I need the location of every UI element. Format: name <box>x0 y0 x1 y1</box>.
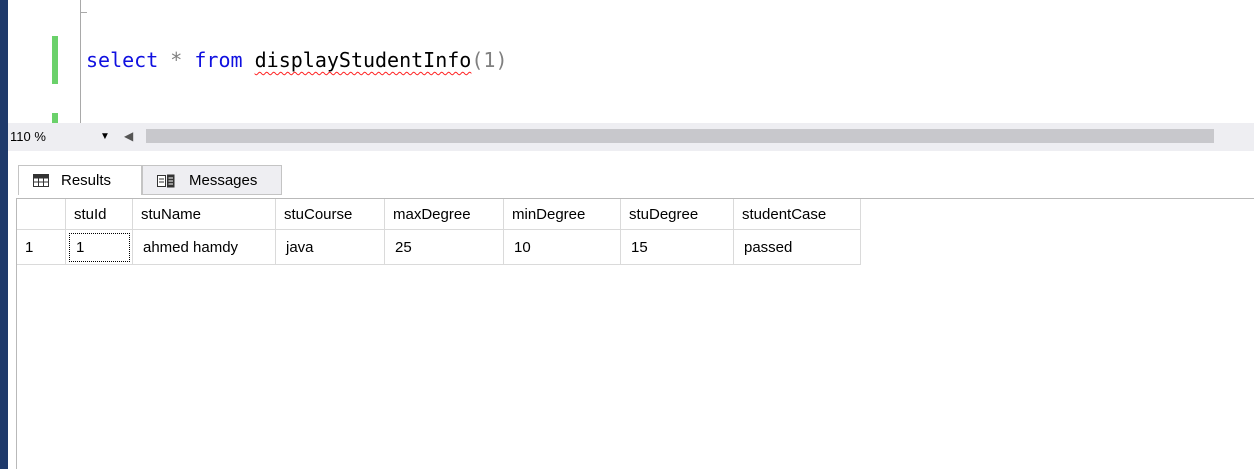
cell-studentcase[interactable]: passed <box>733 229 861 265</box>
header-row: stuId stuName stuCourse maxDegree minDeg… <box>17 199 861 230</box>
results-table: stuId stuName stuCourse maxDegree minDeg… <box>17 199 861 265</box>
cell-mindegree[interactable]: 10 <box>503 229 621 265</box>
cell-stucourse[interactable]: java <box>275 229 385 265</box>
column-header-studegree[interactable]: stuDegree <box>620 199 734 230</box>
column-header-mindegree[interactable]: minDegree <box>503 199 621 230</box>
outline-line <box>80 0 81 123</box>
grid-icon <box>33 174 49 187</box>
column-header-stuname[interactable]: stuName <box>132 199 276 230</box>
keyword-from: from <box>194 48 243 72</box>
results-grid[interactable]: stuId stuName stuCourse maxDegree minDeg… <box>16 198 1254 469</box>
cell-studegree[interactable]: 15 <box>620 229 734 265</box>
zoom-select[interactable]: 110 % ▼ <box>8 126 120 148</box>
cell-stuname[interactable]: ahmed hamdy <box>132 229 276 265</box>
horizontal-scrollbar[interactable] <box>146 129 1214 143</box>
table-row[interactable]: 1 1 ahmed hamdy java 25 10 15 passed <box>17 229 861 265</box>
cell-value: 15 <box>631 238 648 256</box>
cell-value: passed <box>744 238 793 256</box>
window-edge-strip <box>0 0 8 469</box>
cell-stuid[interactable]: 1 <box>65 229 133 265</box>
messages-icon <box>157 174 175 188</box>
outline-tick <box>80 12 87 13</box>
row-number-header[interactable] <box>17 199 66 230</box>
column-header-stuid[interactable]: stuId <box>65 199 133 230</box>
scroll-left-icon[interactable]: ◀ <box>124 129 133 143</box>
function-args: (1) <box>471 48 508 72</box>
tab-results[interactable]: Results <box>18 165 142 195</box>
zoom-value: 110 % <box>10 129 46 144</box>
star-operator: * <box>170 48 183 72</box>
tab-messages[interactable]: Messages <box>142 165 282 195</box>
cell-value: 1 <box>76 238 85 256</box>
function-name: displayStudentInfo <box>254 48 472 72</box>
query-editor[interactable]: select * from displayStudentInfo(1) <box>8 0 1254 123</box>
results-pane: Results Messages stuId stuName stuCourse… <box>8 151 1254 469</box>
column-header-maxdegree[interactable]: maxDegree <box>384 199 504 230</box>
column-header-studentcase[interactable]: studentCase <box>733 199 861 230</box>
chevron-down-icon[interactable]: ▼ <box>100 126 110 148</box>
cell-maxdegree[interactable]: 25 <box>384 229 504 265</box>
tab-results-label: Results <box>61 172 112 189</box>
code-line[interactable]: select * from displayStudentInfo(1) <box>86 46 507 74</box>
change-marker <box>52 113 58 123</box>
change-marker <box>52 36 58 84</box>
cell-value: java <box>286 238 314 256</box>
cell-value: 10 <box>514 238 531 256</box>
column-header-stucourse[interactable]: stuCourse <box>275 199 385 230</box>
tab-messages-label: Messages <box>189 172 258 189</box>
cell-value: ahmed hamdy <box>143 238 239 256</box>
row-number[interactable]: 1 <box>17 229 66 265</box>
cell-value: 25 <box>395 238 412 256</box>
keyword-select: select <box>86 48 159 72</box>
zoom-bar: 110 % ▼ ◀ <box>8 123 1254 151</box>
